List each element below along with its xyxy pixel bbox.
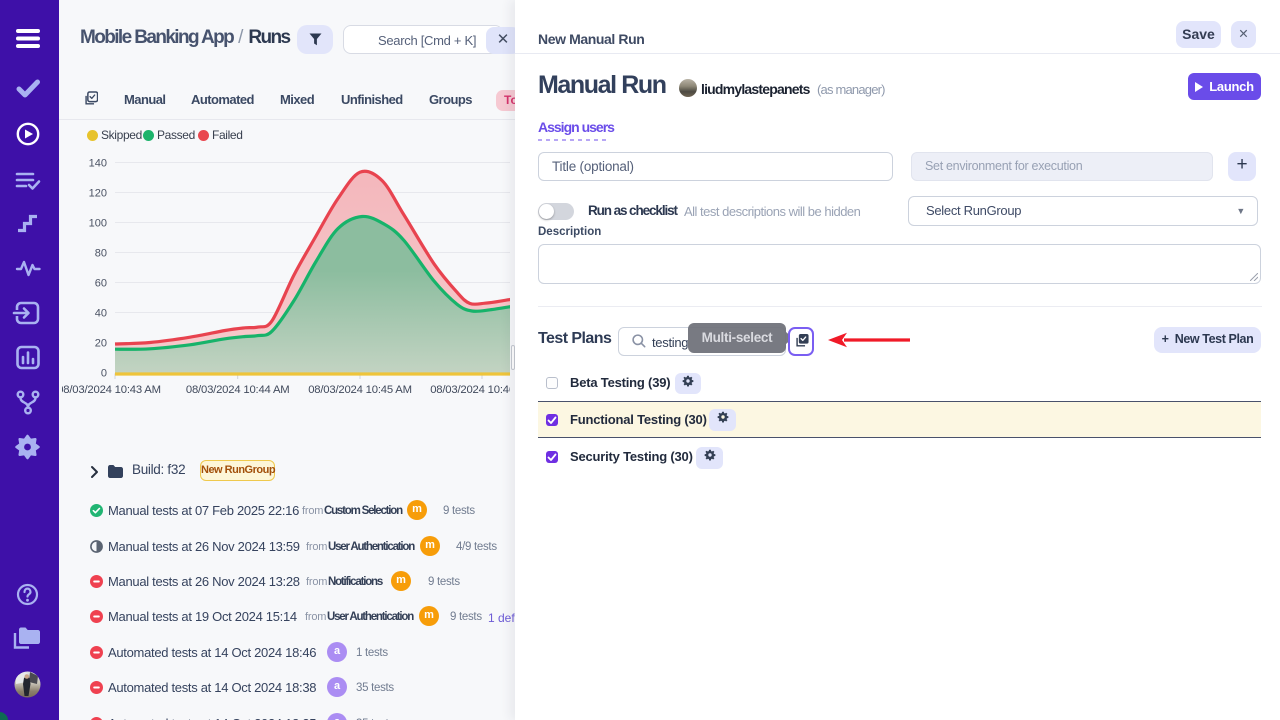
svg-text:60: 60 [95,277,107,289]
svg-text:40: 40 [95,307,107,319]
svg-text:08/03/2024 10:44 AM: 08/03/2024 10:44 AM [186,384,290,396]
svg-text:08/03/2024 10:45 AM: 08/03/2024 10:45 AM [308,384,412,396]
svg-text:100: 100 [89,217,107,229]
svg-text:120: 120 [89,187,107,199]
svg-text:20: 20 [95,337,107,349]
svg-text:08/03/2024 10:46 AM: 08/03/2024 10:46 AM [430,384,515,396]
svg-text:08/03/2024 10:43 AM: 08/03/2024 10:43 AM [59,384,161,396]
svg-text:140: 140 [89,157,107,169]
svg-text:80: 80 [95,247,107,259]
svg-text:0: 0 [101,367,107,379]
